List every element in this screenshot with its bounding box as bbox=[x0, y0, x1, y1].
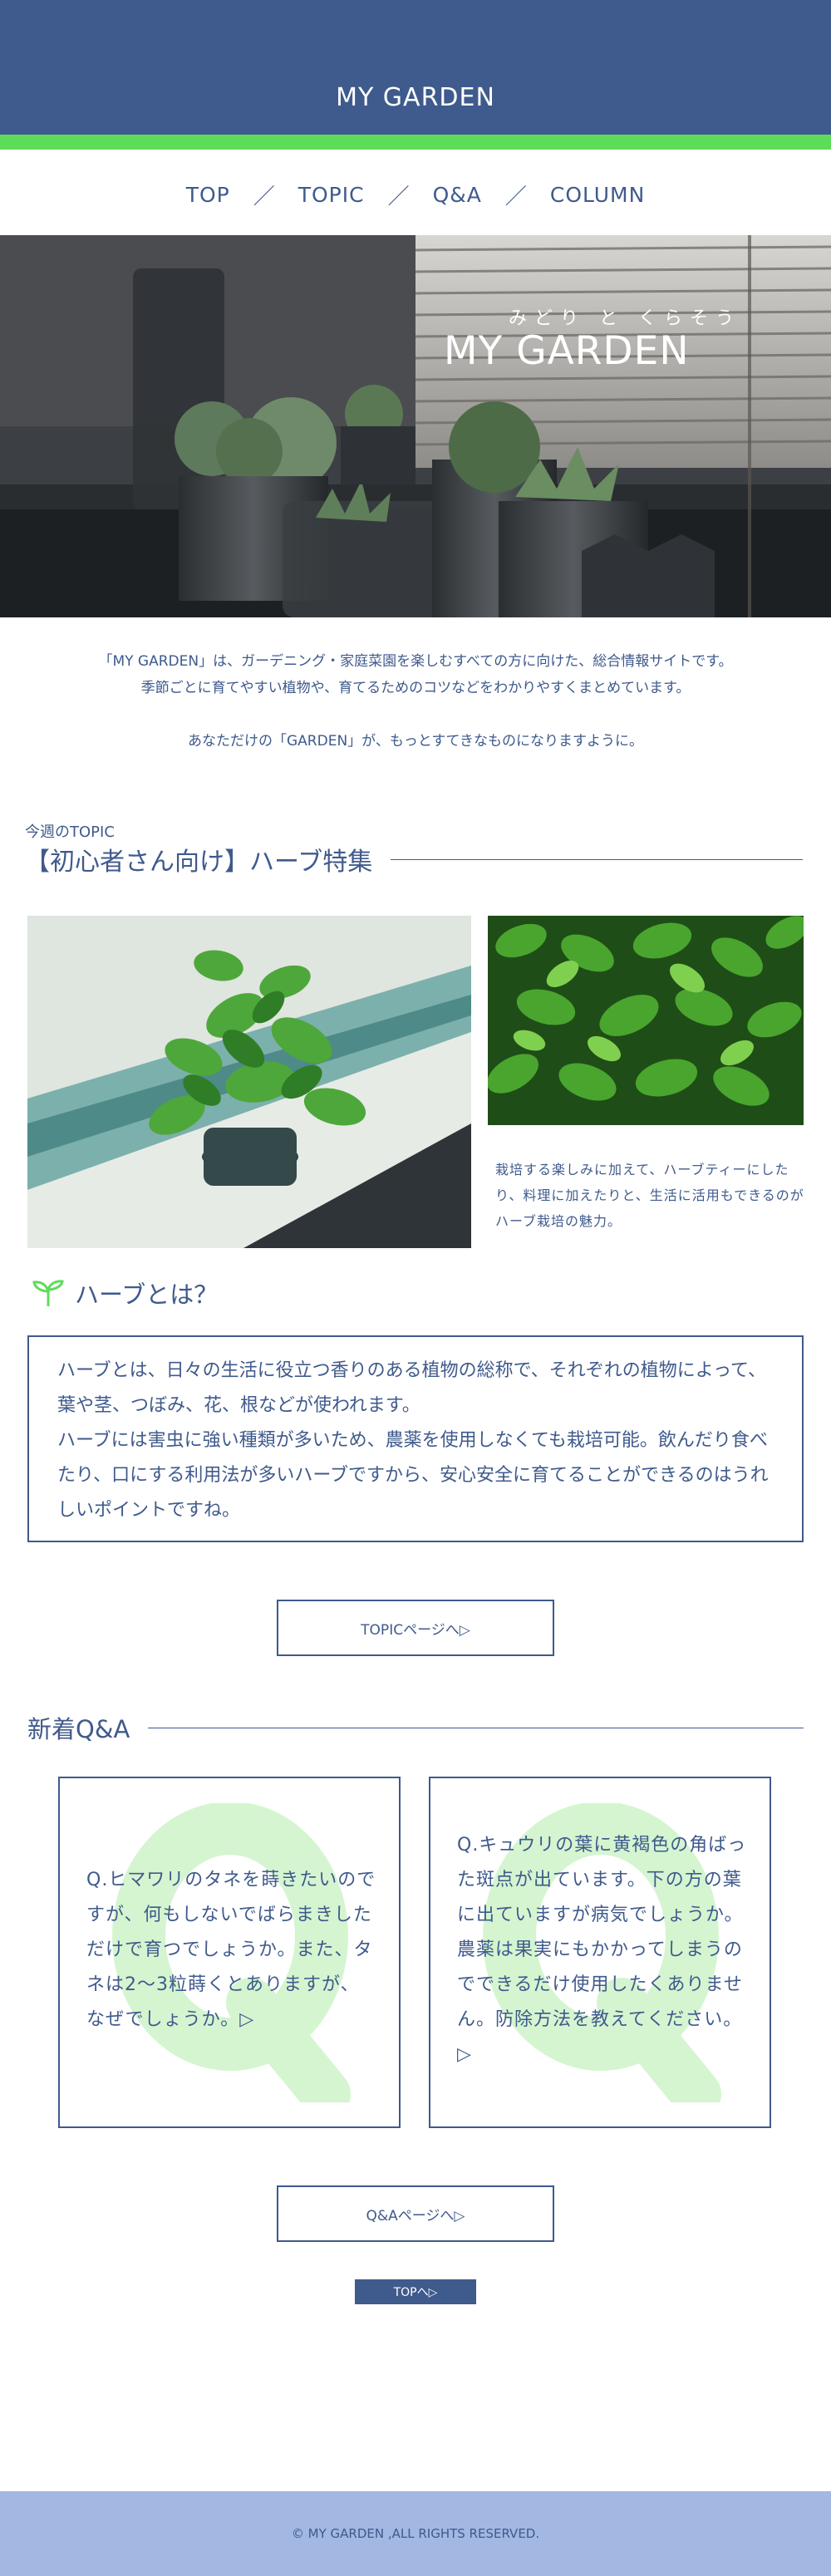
nav-item-qa[interactable]: Q&A bbox=[433, 183, 482, 207]
topic-title-row: 【初心者さん向け】ハーブ特集 bbox=[25, 841, 803, 878]
intro-text: あなただけの「GARDEN」が、もっとすてきなものになりますように。 bbox=[188, 733, 643, 750]
qa-question-text: Q.キュウリの葉に黄褐色の角ばった斑点が出ています。下の方の葉に出ていますが病気… bbox=[457, 1835, 747, 2065]
hero-succulent-photo bbox=[0, 235, 831, 617]
topic-page-button[interactable]: TOPICページへ▷ bbox=[277, 1600, 554, 1656]
herb-heading: ハーブとは？ bbox=[32, 1275, 218, 1311]
qa-card[interactable]: Q.ヒマワリのタネを蒔きたいのですが、何もしないでばらまきしただけで育つでしょう… bbox=[58, 1777, 401, 2128]
qa-card[interactable]: Q.キュウリの葉に黄褐色の角ばった斑点が出ています。下の方の葉に出ていますが病気… bbox=[429, 1777, 771, 2128]
hero-banner: みどり と くらそう MY GARDEN bbox=[0, 235, 831, 617]
qa-question-text: Q.ヒマワリのタネを蒔きたいのですが、何もしないでばらまきしただけで育つでしょう… bbox=[86, 1870, 376, 2030]
herb-info-box: ハーブとは、日々の生活に役立つ香りのある植物の総称で、それぞれの植物によって、葉… bbox=[27, 1335, 804, 1542]
topic-description: 栽培する楽しみに加えて、ハーブティーにしたり、料理に加えたりと、生活に活用もでき… bbox=[495, 1162, 804, 1229]
site-intro: 「MY GARDEN」は、ガーデニング・家庭菜園を楽しむすべての方に向けた、総合… bbox=[0, 648, 831, 755]
mint-pot-photo bbox=[27, 916, 471, 1248]
divider bbox=[391, 858, 803, 860]
qa-page-button[interactable]: Q&Aページへ▷ bbox=[277, 2185, 554, 2242]
mint-field-photo bbox=[488, 916, 804, 1125]
qa-title: 新着Q&A bbox=[27, 1715, 130, 1743]
global-nav: TOP ／ TOPIC ／ Q&A ／ COLUMN bbox=[0, 179, 831, 209]
nav-separator: ／ bbox=[387, 184, 410, 209]
nav-separator: ／ bbox=[253, 184, 275, 209]
nav-item-top[interactable]: TOP bbox=[186, 183, 230, 207]
hero-subtitle: みどり と くらそう bbox=[509, 308, 741, 329]
herb-paragraph: ハーブとは、日々の生活に役立つ香りのある植物の総称で、それぞれの植物によって、葉… bbox=[57, 1360, 766, 1416]
herb-heading-text: ハーブとは？ bbox=[75, 1281, 219, 1309]
sprout-icon bbox=[32, 1280, 64, 1307]
hero-title: MY GARDEN bbox=[444, 328, 690, 374]
topic-title[interactable]: 【初心者さん向け】ハーブ特集 bbox=[25, 841, 372, 878]
header-accent-stripe bbox=[0, 135, 831, 150]
qa-title-row: 新着Q&A bbox=[27, 1711, 804, 1744]
nav-item-column[interactable]: COLUMN bbox=[550, 183, 645, 207]
topic-label: 今週のTOPIC bbox=[25, 823, 115, 841]
herb-paragraph: ハーブには害虫に強い種類が多いため、農薬を使用しなくても栽培可能。飲んだり食べた… bbox=[57, 1430, 769, 1521]
header-banner: MY GARDEN bbox=[0, 0, 831, 135]
nav-separator: ／ bbox=[504, 184, 527, 209]
intro-text: 「MY GARDEN」は、ガーデニング・家庭菜園を楽しむすべての方に向けた、総合… bbox=[98, 653, 733, 670]
site-title[interactable]: MY GARDEN bbox=[0, 83, 831, 112]
copyright-text: © MY GARDEN ,ALL RIGHTS RESERVED. bbox=[291, 2526, 540, 2541]
site-footer: © MY GARDEN ,ALL RIGHTS RESERVED. bbox=[0, 2491, 831, 2576]
nav-item-topic[interactable]: TOPIC bbox=[298, 183, 365, 207]
back-to-top-button[interactable]: TOPへ▷ bbox=[355, 2279, 476, 2304]
intro-text: 季節ごとに育てやすい植物や、育てるためのコツなどをわかりやすくまとめています。 bbox=[140, 680, 691, 696]
